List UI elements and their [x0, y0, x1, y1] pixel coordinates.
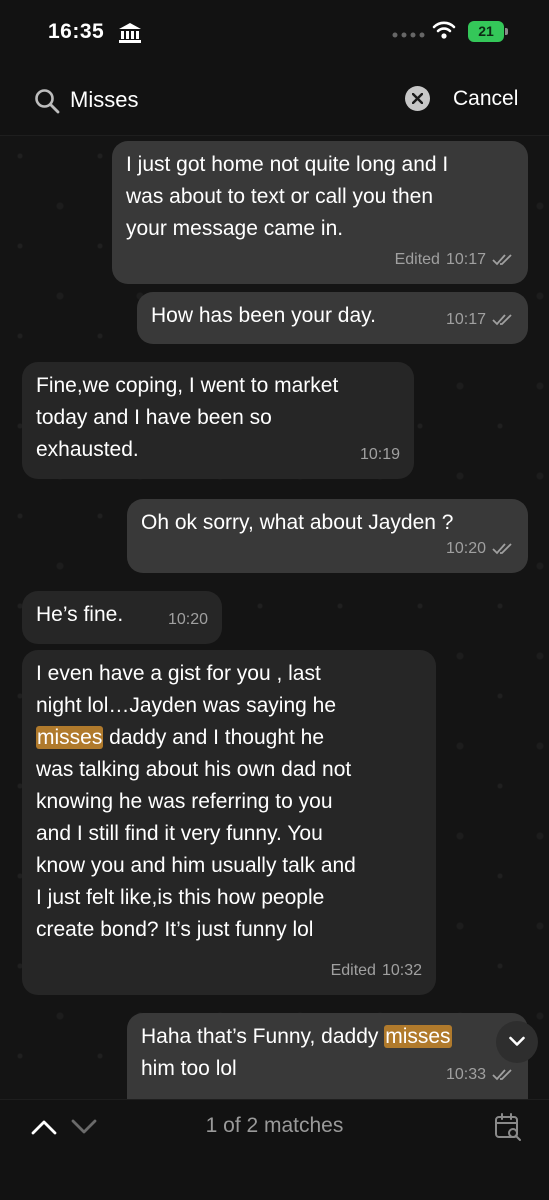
- message-meta: 10:17: [446, 304, 514, 336]
- message-line: misses daddy and I thought he: [36, 722, 422, 754]
- message-line: Haha that’s Funny, daddy misses: [141, 1021, 514, 1053]
- search-results-bar: 1 of 2 matches: [0, 1099, 549, 1200]
- message-line: night lol…Jayden was saying he: [36, 694, 337, 717]
- message-meta: 10:20: [168, 604, 208, 636]
- message-line: was about to text or call you then: [126, 185, 434, 208]
- bank-icon: [119, 23, 141, 43]
- message-bubble-outgoing[interactable]: Haha that’s Funny, daddy misses him too …: [127, 1013, 528, 1099]
- message-meta: 10:19: [360, 439, 400, 471]
- signal-dots-icon: [392, 32, 425, 38]
- message-line: was talking about his own dad not: [36, 758, 352, 781]
- search-icon: [35, 89, 60, 114]
- message-fragment: daddy and I thought he: [103, 726, 325, 749]
- message-time: 10:17: [445, 311, 486, 328]
- message-time: 10:20: [445, 540, 486, 557]
- search-input[interactable]: [70, 85, 370, 115]
- edited-label: Edited: [330, 962, 376, 979]
- message-bubble-incoming[interactable]: He’s fine. 10:20: [22, 591, 222, 644]
- double-check-icon: [492, 314, 512, 326]
- search-highlight: misses: [384, 1025, 452, 1048]
- wifi-icon: [432, 21, 456, 39]
- message-meta: Edited 10:32: [331, 955, 422, 987]
- search-highlight: misses: [36, 726, 104, 749]
- message-meta: 10:33: [446, 1059, 514, 1091]
- message-line: I just got home not quite long and I: [126, 153, 449, 176]
- message-time: 10:32: [381, 962, 422, 979]
- status-time: 16:35: [48, 20, 105, 43]
- message-line: I just felt like,is this how people: [36, 886, 325, 909]
- message-line: today and I have been so: [36, 406, 272, 429]
- calendar-search-icon[interactable]: [494, 1112, 522, 1142]
- message-time: 10:19: [359, 446, 400, 463]
- message-bubble-outgoing[interactable]: I just got home not quite long and I was…: [112, 141, 528, 284]
- message-bubble-incoming[interactable]: Fine,we coping, I went to market today a…: [22, 362, 414, 479]
- message-bubble-outgoing[interactable]: How has been your day. 10:17: [137, 292, 528, 344]
- message-meta: 10:20: [446, 533, 514, 565]
- match-counter: 1 of 2 matches: [205, 1114, 344, 1137]
- message-time: 10:17: [445, 251, 486, 268]
- search-bar: Cancel: [0, 66, 549, 136]
- message-time: 10:33: [445, 1066, 486, 1083]
- message-bubble-incoming[interactable]: I even have a gist for you , last night …: [22, 650, 436, 995]
- status-bar: 16:35 21: [0, 0, 549, 66]
- message-time: 10:20: [167, 611, 208, 628]
- message-line: knowing he was referring to you: [36, 790, 333, 813]
- cancel-button[interactable]: Cancel: [453, 87, 518, 111]
- message-line: know you and him usually talk and: [36, 854, 356, 877]
- scroll-to-bottom-button[interactable]: [496, 1021, 538, 1063]
- message-line: create bond? It’s just funny lol: [36, 918, 314, 941]
- message-line: your message came in.: [126, 217, 344, 240]
- message-fragment: Haha that’s Funny, daddy: [141, 1025, 385, 1048]
- battery-cap: [505, 28, 508, 35]
- double-check-icon: [492, 254, 512, 266]
- message-bubble-outgoing[interactable]: Oh ok sorry, what about Jayden ? 10:20: [127, 499, 528, 573]
- clear-search-button[interactable]: [405, 86, 430, 111]
- chevron-down-icon: [509, 1036, 525, 1046]
- message-line: and I still find it very funny. You: [36, 822, 323, 845]
- message-line: Fine,we coping, I went to market: [36, 374, 339, 397]
- message-meta: Edited 10:17: [395, 244, 514, 276]
- double-check-icon: [492, 543, 512, 555]
- edited-label: Edited: [394, 251, 440, 268]
- battery-level: 21: [468, 21, 504, 42]
- double-check-icon: [492, 1069, 512, 1081]
- chat-area[interactable]: I just got home not quite long and I was…: [0, 136, 549, 1099]
- clear-icon: [412, 93, 423, 104]
- message-line: exhausted.: [36, 438, 139, 461]
- message-line: I even have a gist for you , last: [36, 662, 321, 685]
